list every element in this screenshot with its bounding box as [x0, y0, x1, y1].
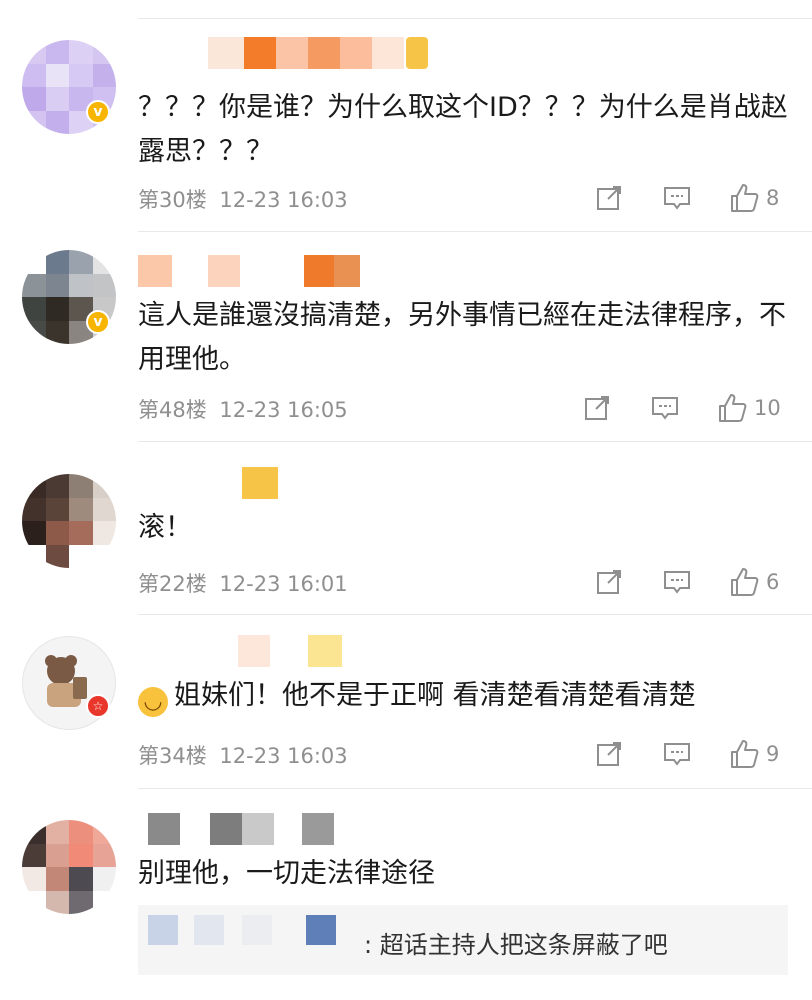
comment-text-body: 姐妹们！他不是于正啊 看清楚看清楚看清楚 — [174, 680, 696, 711]
comment-time: 12-23 16:01 — [219, 572, 348, 596]
username[interactable] — [138, 634, 342, 668]
floor-number: 第22楼 — [138, 572, 207, 596]
reply-author-mosaic — [306, 915, 336, 945]
comment-icon — [664, 187, 690, 210]
comment-time: 12-23 16:05 — [219, 398, 348, 422]
floor-number: 第48楼 — [138, 398, 207, 422]
comment-time: 12-23 16:03 — [219, 188, 348, 212]
floor-number: 第30楼 — [138, 188, 207, 212]
top-divider — [138, 18, 812, 19]
divider — [138, 231, 812, 232]
forward-button[interactable] — [594, 567, 624, 597]
reply-author-mosaic — [194, 915, 224, 945]
like-icon — [719, 394, 747, 422]
like-icon — [731, 740, 759, 768]
username[interactable] — [138, 254, 360, 288]
comment-text: ◡ 姐妹们！他不是于正啊 看清楚看清楚看清楚 — [138, 674, 788, 718]
upside-down-smile-emoji: ◡ — [138, 687, 168, 717]
divider — [138, 788, 812, 789]
red-badge-icon: ☆ — [86, 694, 110, 718]
avatar[interactable] — [22, 820, 116, 914]
comment-button[interactable] — [650, 393, 680, 423]
like-button[interactable]: 8 — [728, 182, 779, 214]
forward-icon — [597, 186, 621, 210]
like-count: 10 — [754, 396, 781, 420]
like-icon — [731, 568, 759, 596]
forward-icon — [585, 396, 609, 420]
comment-button[interactable] — [662, 183, 692, 213]
like-count: 6 — [766, 570, 780, 594]
verified-badge-icon: v — [86, 310, 110, 334]
comment-button[interactable] — [662, 567, 692, 597]
username[interactable] — [138, 466, 278, 500]
comment-icon — [652, 397, 678, 420]
reply-author-mosaic — [148, 915, 178, 945]
comment-text: 滚！ — [138, 512, 192, 543]
comment-actions: 10 — [582, 392, 781, 424]
comment-meta: 第22楼 12-23 16:01 — [138, 568, 348, 598]
comment-time: 12-23 16:03 — [219, 744, 348, 768]
reply-preview[interactable]: : 超话主持人把这条屏蔽了吧 — [138, 905, 788, 975]
comment-button[interactable] — [662, 739, 692, 769]
forward-icon — [597, 570, 621, 594]
like-button[interactable]: 6 — [728, 566, 779, 598]
comment-actions: 6 — [594, 566, 779, 598]
comment-meta: 第34楼 12-23 16:03 — [138, 740, 348, 770]
comment-text: 别理他，一切走法律途径 — [138, 858, 435, 889]
divider — [138, 441, 812, 442]
comment-meta: 第48楼 12-23 16:05 — [138, 394, 348, 424]
divider — [138, 614, 812, 615]
username[interactable] — [138, 36, 428, 70]
like-count: 9 — [766, 742, 780, 766]
level-badge-icon — [406, 37, 428, 69]
forward-button[interactable] — [594, 739, 624, 769]
username[interactable] — [138, 812, 334, 846]
floor-number: 第34楼 — [138, 744, 207, 768]
comment-text: ？？？你是谁？为什么取这个ID？？？为什么是肖战赵露思？？？ — [138, 92, 788, 167]
verified-badge-icon: v — [86, 100, 110, 124]
like-button[interactable]: 9 — [728, 738, 779, 770]
like-button[interactable]: 10 — [716, 392, 781, 424]
forward-button[interactable] — [594, 183, 624, 213]
comment-icon — [664, 743, 690, 766]
comment-actions: 8 — [594, 182, 779, 214]
forward-icon — [597, 742, 621, 766]
comment-actions: 9 — [594, 738, 779, 770]
comment-meta: 第30楼 12-23 16:03 — [138, 184, 348, 214]
avatar[interactable] — [22, 474, 116, 568]
comment-text: 這人是誰還沒搞清楚，另外事情已經在走法律程序，不用理他。 — [138, 300, 786, 375]
reply-author-mosaic — [242, 915, 272, 945]
like-icon — [731, 184, 759, 212]
comment-icon — [664, 571, 690, 594]
forward-button[interactable] — [582, 393, 612, 423]
reply-text: : 超话主持人把这条屏蔽了吧 — [364, 931, 668, 959]
like-count: 8 — [766, 186, 780, 210]
